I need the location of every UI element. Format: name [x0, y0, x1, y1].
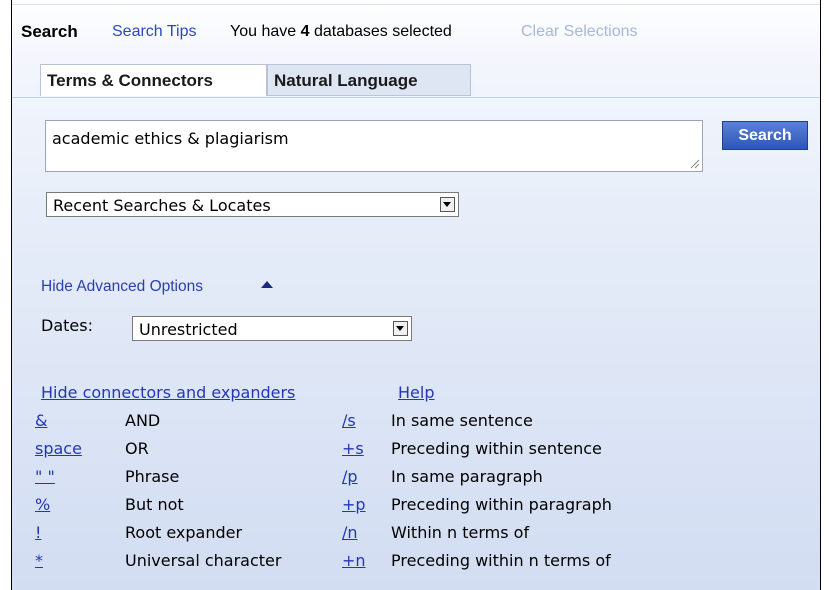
connector-symbol-link[interactable]: space — [35, 439, 82, 458]
databases-selected-text: You have 4 databases selected — [230, 23, 452, 41]
search-tips-link[interactable]: Search Tips — [112, 23, 196, 41]
clear-selections-link[interactable]: Clear Selections — [521, 23, 638, 41]
connector-symbol-link[interactable]: +p — [342, 495, 366, 514]
connector-description: Phrase — [125, 467, 180, 486]
connector-description: AND — [125, 411, 161, 430]
connector-symbol-link[interactable]: /n — [342, 523, 358, 542]
search-title: Search — [21, 22, 78, 41]
connector-row: space OR +s Preceding within sentence — [12, 439, 820, 463]
dates-value: Unrestricted — [139, 320, 238, 339]
recent-searches-value: Recent Searches & Locates — [53, 196, 271, 215]
search-button[interactable]: Search — [722, 121, 808, 150]
connector-description: Within n terms of — [391, 523, 530, 542]
connector-symbol-link[interactable]: +n — [342, 551, 366, 570]
collapse-arrow-icon[interactable] — [261, 281, 273, 288]
connector-row: % But not +p Preceding within paragraph — [12, 495, 820, 519]
dates-select[interactable]: Unrestricted — [132, 316, 412, 341]
tab-divider — [12, 97, 820, 98]
dates-label: Dates: — [41, 316, 93, 335]
connector-row: " " Phrase /p In same paragraph — [12, 467, 820, 491]
search-header: Search Search Tips You have 4 databases … — [12, 0, 820, 44]
search-query-text: academic ethics & plagiarism — [52, 129, 289, 148]
connector-description: Universal character — [125, 551, 282, 570]
connector-description: But not — [125, 495, 184, 514]
connector-description: OR — [125, 439, 149, 458]
connector-description: In same paragraph — [391, 467, 543, 486]
connector-symbol-link[interactable]: & — [35, 411, 47, 430]
connector-symbol-link[interactable]: * — [35, 551, 43, 570]
connector-description: Preceding within paragraph — [391, 495, 612, 514]
connector-symbol-link[interactable]: ! — [35, 523, 41, 542]
connector-symbol-link[interactable]: " " — [35, 467, 55, 486]
connector-symbol-link[interactable]: +s — [342, 439, 364, 458]
search-panel: Search Search Tips You have 4 databases … — [11, 0, 821, 590]
db-prefix: You have — [230, 23, 301, 40]
connector-symbol-link[interactable]: /p — [342, 467, 358, 486]
connector-description: Preceding within sentence — [391, 439, 602, 458]
connector-row: * Universal character +n Preceding withi… — [12, 551, 820, 575]
db-count: 4 — [300, 23, 310, 40]
hide-advanced-options-link[interactable]: Hide Advanced Options — [41, 278, 203, 296]
recent-searches-select[interactable]: Recent Searches & Locates — [46, 192, 459, 217]
search-query-input[interactable]: academic ethics & plagiarism — [45, 120, 703, 172]
dropdown-arrow-icon[interactable] — [440, 197, 455, 212]
dropdown-arrow-icon[interactable] — [393, 321, 408, 336]
connector-description: In same sentence — [391, 411, 533, 430]
tab-terms-connectors[interactable]: Terms & Connectors — [40, 64, 267, 96]
resize-grip-icon[interactable] — [690, 159, 700, 169]
connector-symbol-link[interactable]: % — [35, 495, 50, 514]
hide-connectors-link[interactable]: Hide connectors and expanders — [41, 383, 295, 402]
connector-description: Preceding within n terms of — [391, 551, 611, 570]
db-suffix: databases selected — [309, 23, 452, 40]
tab-natural-language[interactable]: Natural Language — [267, 64, 471, 96]
connector-description: Root expander — [125, 523, 243, 542]
connector-row: ! Root expander /n Within n terms of — [12, 523, 820, 547]
connector-row: & AND /s In same sentence — [12, 411, 820, 435]
help-link[interactable]: Help — [398, 383, 434, 402]
connector-symbol-link[interactable]: /s — [342, 411, 356, 430]
